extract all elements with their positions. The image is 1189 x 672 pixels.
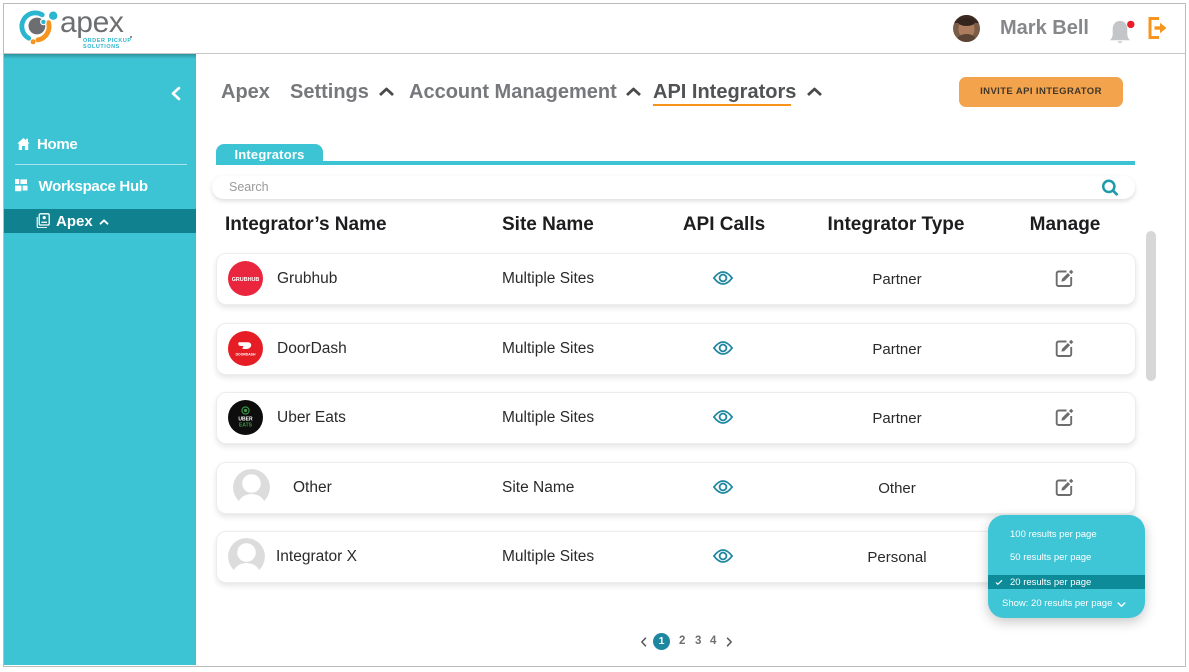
svg-text:DOORDASH: DOORDASH (235, 352, 255, 356)
svg-text:EATS: EATS (239, 423, 253, 429)
svg-text:GRUBHUB: GRUBHUB (231, 277, 259, 283)
